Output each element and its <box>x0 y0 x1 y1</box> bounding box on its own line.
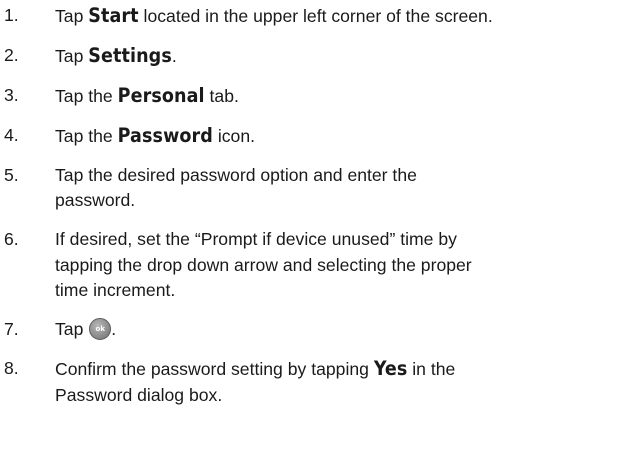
step-text: Confirm the password setting by tapping … <box>55 356 637 408</box>
ui-term: Password <box>117 123 213 147</box>
step-text-run: Tap the <box>55 85 118 106</box>
ok-button-icon: ok <box>89 318 112 341</box>
step-line: Tap ok. <box>55 317 637 343</box>
step-item: 5. Tap the desired password option and en… <box>0 163 637 214</box>
step-line: Tap the Password icon. <box>55 123 637 150</box>
ui-term: Personal <box>117 83 205 107</box>
step-item: 7. Tap ok. <box>0 317 637 343</box>
step-text: Tap ok. <box>55 317 637 343</box>
step-line: password. <box>55 188 637 214</box>
step-text-run: Tap the <box>55 125 118 146</box>
step-list: 1. Tap Start located in the upper left co… <box>0 3 637 408</box>
step-number: 2. <box>4 44 19 65</box>
step-text-run: Confirm the password setting by tapping <box>55 359 374 380</box>
step-text: Tap Start located in the upper left corn… <box>55 3 637 30</box>
ui-term: Settings <box>88 43 172 67</box>
step-text-run: in the <box>407 359 456 380</box>
step-text-run: If desired, set the “Prompt if device un… <box>55 229 457 250</box>
step-text-run: Tap the desired password option and ente… <box>55 164 417 185</box>
step-text-run: . <box>111 319 117 340</box>
step-line: Tap the desired password option and ente… <box>55 163 637 189</box>
step-text-run: tab. <box>204 85 239 106</box>
step-text: Tap the Password icon. <box>55 123 637 150</box>
step-line: Tap Settings. <box>55 43 637 70</box>
ui-term: Yes <box>373 357 408 381</box>
ok-icon-label: ok <box>95 325 105 334</box>
step-text-run: password. <box>55 190 136 211</box>
step-text-run: Password dialog box. <box>55 384 223 405</box>
step-text: Tap the Personal tab. <box>55 83 637 110</box>
step-line: Tap the Personal tab. <box>55 83 637 110</box>
step-item: 8. Confirm the password setting by tappin… <box>0 356 637 408</box>
step-number: 1. <box>4 5 19 25</box>
step-line: If desired, set the “Prompt if device un… <box>55 227 637 253</box>
step-number: 4. <box>4 124 19 145</box>
step-text-run: Tap <box>55 6 89 26</box>
step-number: 5. <box>4 164 19 185</box>
step-number: 7. <box>4 319 19 340</box>
step-text-run: time increment. <box>55 280 176 301</box>
step-number: 6. <box>4 229 19 250</box>
step-text-run: . <box>171 45 177 66</box>
step-text: Tap Settings. <box>55 43 637 70</box>
step-item: 4. Tap the Password icon. <box>0 123 637 150</box>
step-line: Confirm the password setting by tapping … <box>55 356 637 383</box>
step-text-run: tapping the drop down arrow and selectin… <box>55 254 472 275</box>
step-text: Tap the desired password option and ente… <box>55 163 637 214</box>
step-item: 3. Tap the Personal tab. <box>0 83 637 110</box>
step-item: 1. Tap Start located in the upper left co… <box>0 3 637 30</box>
ui-term: Start <box>88 4 139 27</box>
step-number: 8. <box>4 358 19 379</box>
step-text-run: located in the upper left corner of the … <box>138 6 493 26</box>
instruction-page: 1. Tap Start located in the upper left co… <box>0 0 637 459</box>
step-text-run: Tap <box>55 45 89 66</box>
step-text: If desired, set the “Prompt if device un… <box>55 227 637 304</box>
step-line: Password dialog box. <box>55 383 637 409</box>
step-line: time increment. <box>55 278 637 304</box>
step-text-run: Tap <box>55 319 89 340</box>
step-text-run: icon. <box>212 125 256 146</box>
step-number: 3. <box>4 84 19 105</box>
step-line: Tap Start located in the upper left corn… <box>55 3 637 30</box>
step-item: 2. Tap Settings. <box>0 43 637 70</box>
step-item: 6. If desired, set the “Prompt if device … <box>0 227 637 304</box>
step-line: tapping the drop down arrow and selectin… <box>55 253 637 279</box>
